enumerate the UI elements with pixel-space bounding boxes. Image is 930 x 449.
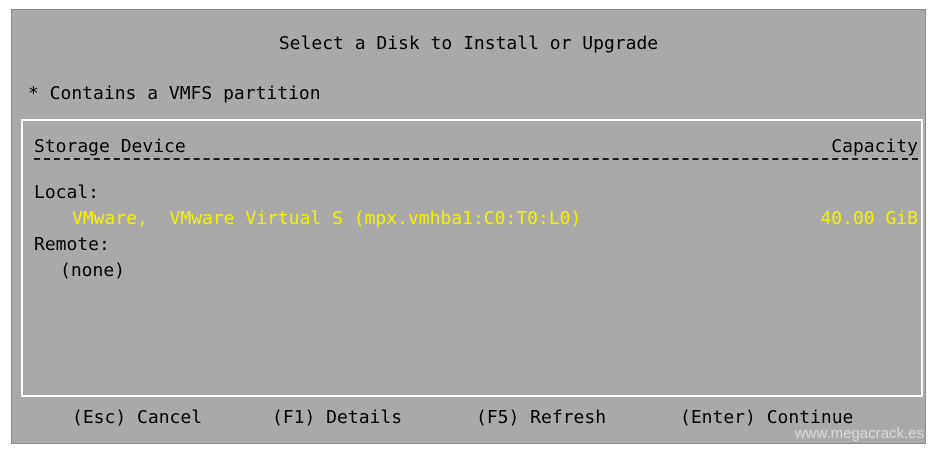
disk-row-selected[interactable]: VMware, VMware Virtual S (mpx.vmhba1:C0:…: [34, 207, 918, 231]
key-hints-bar: (Esc) Cancel (F1) Details (F5) Refresh (…: [12, 406, 925, 430]
dialog-title: Select a Disk to Install or Upgrade: [278, 33, 659, 54]
disk-name: VMware, VMware Virtual S (mpx.vmhba1:C0:…: [72, 208, 582, 229]
remote-none-text: (none): [60, 260, 126, 281]
storage-device-list: Storage Device Capacity Local: VMware, V…: [21, 119, 923, 397]
refresh-key-button[interactable]: (F5) Refresh: [476, 406, 606, 430]
disk-select-dialog: Select a Disk to Install or Upgrade * Co…: [11, 9, 926, 444]
watermark-text: www.megacrack.es: [794, 425, 924, 442]
column-header-capacity: Capacity: [831, 136, 918, 157]
installer-screen: Select a Disk to Install or Upgrade * Co…: [0, 0, 930, 449]
cancel-key-button[interactable]: (Esc) Cancel: [72, 406, 202, 430]
header-divider: [34, 158, 918, 160]
column-header-storage-device: Storage Device: [34, 136, 186, 157]
section-local-label: Local:: [34, 182, 100, 203]
section-remote-label: Remote:: [34, 234, 110, 255]
details-key-button[interactable]: (F1) Details: [272, 406, 402, 430]
vmfs-note: * Contains a VMFS partition: [28, 83, 321, 104]
remote-none-row: (none): [34, 259, 918, 283]
disk-capacity: 40.00 GiB: [820, 208, 918, 229]
